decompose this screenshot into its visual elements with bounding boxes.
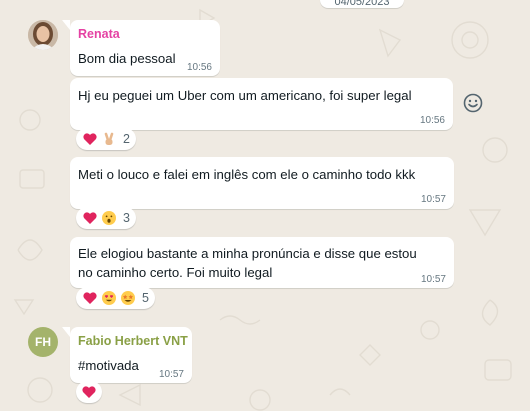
message-time: 10:57 — [420, 274, 446, 285]
message-bubble[interactable]: Ele elogiou bastante a minha pronúncia e… — [70, 237, 454, 288]
message-text-line-1: Ele elogiou bastante a minha pronúncia e… — [78, 246, 417, 261]
star-struck-face-icon — [121, 291, 135, 305]
message-text: Meti o louco e falei em inglês com ele o… — [78, 167, 416, 182]
sender-name[interactable]: Fabio Herbert VNT — [78, 334, 188, 348]
bubble-tail — [62, 327, 70, 337]
avatar-renata[interactable] — [28, 20, 58, 50]
reaction-count: 5 — [142, 291, 149, 305]
message-bubble[interactable]: Hj eu peguei um Uber com um americano, f… — [70, 78, 453, 130]
date-separator: 04/05/2023 — [320, 0, 404, 8]
red-heart-icon — [82, 386, 96, 398]
avatar-fabio[interactable]: FH — [28, 327, 58, 357]
reactions-bar[interactable] — [76, 381, 102, 403]
bubble-tail — [62, 20, 70, 30]
red-heart-icon — [83, 292, 97, 304]
message-bubble[interactable]: Fabio Herbert VNT #motivada 10:57 — [70, 327, 192, 383]
surprised-face-icon — [102, 211, 116, 225]
sender-name[interactable]: Renata — [78, 27, 120, 41]
scrollbar[interactable] — [522, 0, 530, 411]
reactions-bar[interactable]: 5 — [76, 287, 155, 309]
message-bubble[interactable]: Renata Bom dia pessoal 10:56 — [70, 20, 220, 76]
avatar-initials: FH — [35, 335, 51, 349]
reactions-bar[interactable]: 2 — [76, 128, 136, 150]
smiley-icon[interactable] — [462, 92, 484, 114]
message-time: 10:56 — [186, 62, 212, 73]
message-time: 10:56 — [419, 115, 445, 126]
message-text: #motivada — [78, 358, 139, 373]
message-text: Bom dia pessoal — [78, 51, 176, 66]
reactions-bar[interactable]: 3 — [76, 207, 136, 229]
reaction-count: 3 — [123, 211, 130, 225]
message-text-line-2: no caminho certo. Foi muito legal — [78, 265, 273, 280]
victory-hand-icon — [104, 132, 114, 145]
message-time: 10:57 — [420, 194, 446, 205]
heart-eyes-face-icon — [102, 291, 116, 305]
message-bubble[interactable]: Meti o louco e falei em inglês com ele o… — [70, 157, 454, 209]
chat-area: 04/05/2023 Renata Bom dia pessoal 10:56 … — [0, 0, 530, 411]
message-time: 10:57 — [158, 369, 184, 380]
reaction-count: 2 — [123, 132, 130, 146]
red-heart-icon — [83, 133, 97, 145]
avatar-photo — [28, 20, 58, 50]
red-heart-icon — [83, 212, 97, 224]
message-text: Hj eu peguei um Uber com um americano, f… — [78, 88, 412, 103]
date-label: 04/05/2023 — [334, 0, 390, 8]
